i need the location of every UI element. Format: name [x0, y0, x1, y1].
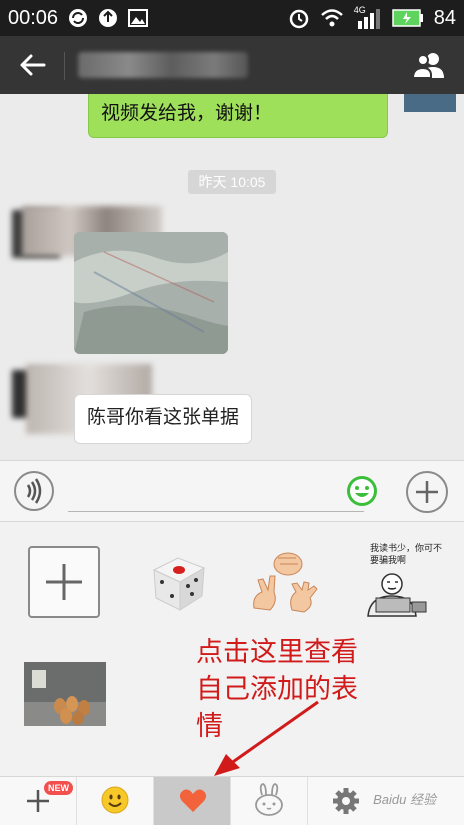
voice-button[interactable]	[14, 471, 54, 511]
sticker-panel: 我读书少，你可不要骗我啊 点击这里查看自己添加的表情	[0, 522, 464, 776]
sent-message-bubble[interactable]: 视频发给我，谢谢！	[88, 94, 388, 138]
title-divider	[64, 52, 65, 80]
tab-settings[interactable]: Baidu 经验	[308, 777, 464, 825]
people-icon[interactable]	[412, 50, 446, 80]
status-time: 00:06	[8, 6, 59, 29]
arrow-left-icon[interactable]	[18, 50, 48, 80]
heart-icon	[179, 789, 207, 812]
input-bar	[0, 460, 464, 522]
watermark: Baidu 经验	[373, 792, 436, 807]
upload-icon	[99, 9, 118, 27]
wifi-icon	[320, 9, 343, 27]
tab-emoji[interactable]	[77, 777, 154, 825]
sticker-tab-bar: NEW Baidu 经验	[0, 776, 464, 825]
photo-message[interactable]	[74, 232, 228, 354]
plus-circle-icon	[416, 481, 438, 503]
voice-icon	[26, 478, 42, 504]
more-button[interactable]	[406, 471, 448, 513]
status-bar: 00:06 4G 84	[0, 0, 464, 36]
meme-caption: 我读书少，你可不要骗我啊	[370, 543, 443, 565]
alarm-icon	[289, 9, 308, 29]
signal-icon: 4G	[354, 5, 382, 29]
annotation-arrow	[214, 700, 319, 776]
tab-favorites[interactable]	[154, 777, 231, 825]
timestamp-chip: 昨天 10:05	[188, 170, 276, 194]
sync-icon	[69, 9, 88, 27]
add-sticker-button[interactable]	[28, 546, 100, 618]
plus-icon	[46, 564, 82, 600]
message-input[interactable]	[68, 511, 364, 512]
meme-sticker[interactable]	[358, 572, 430, 618]
tab-rabbit[interactable]	[231, 777, 308, 825]
image-icon	[128, 9, 149, 27]
chat-area[interactable]: 视频发给我，谢谢！ 昨天 10:05 陈哥你看这张单据	[0, 94, 464, 460]
battery-level: 84	[433, 6, 456, 29]
smiley-icon[interactable]	[346, 475, 378, 507]
new-badge: NEW	[44, 781, 73, 795]
battery-icon	[392, 9, 423, 27]
eggs-photo-sticker[interactable]	[24, 662, 106, 726]
tab-add[interactable]: NEW	[0, 777, 77, 825]
my-avatar[interactable]	[404, 94, 456, 112]
emoji-face-icon	[101, 786, 129, 814]
title-bar	[0, 36, 464, 94]
chat-title-blurred	[78, 52, 248, 78]
gear-icon	[333, 788, 359, 814]
dice-sticker[interactable]	[146, 552, 210, 612]
rock-paper-scissors-sticker[interactable]	[248, 546, 324, 616]
rabbit-icon	[255, 783, 283, 816]
received-message-bubble[interactable]: 陈哥你看这张单据	[74, 394, 253, 444]
